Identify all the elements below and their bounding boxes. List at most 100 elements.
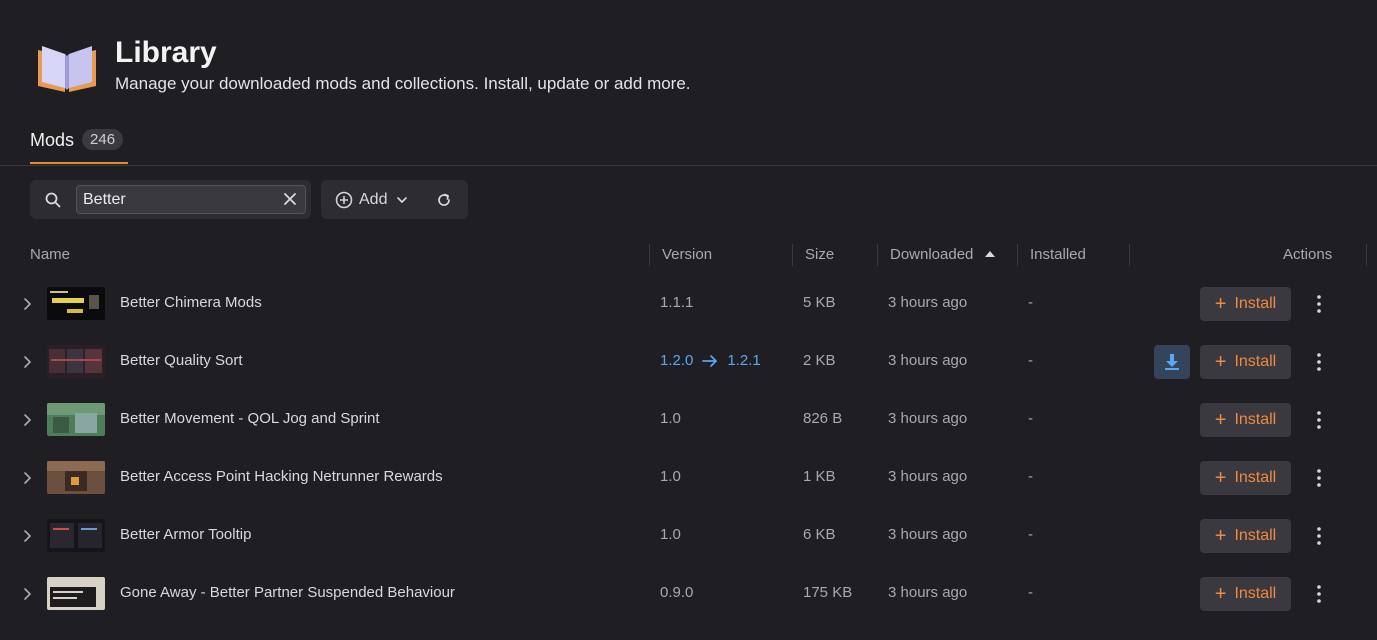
column-header-actions: Actions bbox=[1283, 246, 1333, 263]
toolbar-actions: Add bbox=[321, 180, 468, 219]
install-button[interactable]: + Install bbox=[1200, 577, 1291, 611]
download-update-button[interactable] bbox=[1154, 345, 1190, 379]
search-box bbox=[30, 180, 311, 219]
mod-size: 175 KB bbox=[803, 584, 853, 601]
mod-downloaded: 3 hours ago bbox=[888, 410, 968, 427]
table-row[interactable]: Better Armor Tooltip 1.0 6 KB 3 hours ag… bbox=[0, 507, 1377, 565]
mod-installed: - bbox=[1028, 352, 1033, 369]
chevron-right-icon[interactable] bbox=[20, 296, 36, 312]
tab-bar: Mods 246 bbox=[0, 120, 1377, 166]
mod-thumbnail bbox=[47, 577, 105, 610]
mod-size: 1 KB bbox=[803, 468, 836, 485]
mod-version: 1.0 bbox=[660, 526, 681, 543]
mod-version-new: 1.2.1 bbox=[727, 352, 761, 369]
column-divider bbox=[1366, 244, 1367, 266]
mod-thumbnail bbox=[47, 287, 105, 320]
mod-thumbnail bbox=[47, 461, 105, 494]
mod-installed: - bbox=[1028, 468, 1033, 485]
mod-name: Better Quality Sort bbox=[120, 352, 243, 369]
column-header-name[interactable]: Name bbox=[30, 246, 70, 263]
mod-version: 1.1.1 bbox=[660, 294, 694, 311]
plus-icon: + bbox=[1214, 409, 1227, 431]
table-row[interactable]: Better Quality Sort 1.2.0 1.2.1 2 KB 3 h… bbox=[0, 333, 1377, 391]
download-icon bbox=[1165, 354, 1179, 370]
install-button[interactable]: + Install bbox=[1200, 403, 1291, 437]
refresh-icon[interactable] bbox=[433, 189, 455, 211]
more-options-icon[interactable] bbox=[1309, 351, 1329, 373]
mod-version: 1.0 bbox=[660, 410, 681, 427]
mod-thumbnail bbox=[47, 519, 105, 552]
mod-downloaded: 3 hours ago bbox=[888, 294, 968, 311]
page-title: Library bbox=[115, 36, 217, 69]
active-tab-indicator bbox=[30, 162, 128, 164]
mod-version-update: 1.2.0 1.2.1 bbox=[660, 352, 761, 369]
column-divider bbox=[792, 244, 793, 266]
mod-version: 0.9.0 bbox=[660, 584, 694, 601]
mod-size: 6 KB bbox=[803, 526, 836, 543]
open-book-icon bbox=[38, 46, 96, 92]
install-button[interactable]: + Install bbox=[1200, 461, 1291, 495]
plus-circle-icon bbox=[335, 191, 353, 208]
table-row[interactable]: Better Access Point Hacking Netrunner Re… bbox=[0, 449, 1377, 507]
mod-thumbnail bbox=[47, 403, 105, 436]
install-button-label: Install bbox=[1234, 295, 1277, 312]
mod-size: 2 KB bbox=[803, 352, 836, 369]
column-divider bbox=[877, 244, 878, 266]
search-input[interactable] bbox=[76, 185, 306, 214]
install-button[interactable]: + Install bbox=[1200, 519, 1291, 553]
mod-installed: - bbox=[1028, 584, 1033, 601]
mod-name: Better Chimera Mods bbox=[120, 294, 262, 311]
add-dropdown-button[interactable]: Add bbox=[327, 184, 419, 215]
mod-thumbnail bbox=[47, 345, 105, 378]
mod-name: Better Movement - QOL Jog and Sprint bbox=[120, 410, 380, 427]
tab-mods-label: Mods bbox=[30, 130, 75, 150]
mod-size: 826 B bbox=[803, 410, 843, 427]
tab-mods-count-badge: 246 bbox=[82, 129, 124, 150]
chevron-down-icon bbox=[397, 196, 408, 203]
more-options-icon[interactable] bbox=[1309, 583, 1329, 605]
mod-installed: - bbox=[1028, 526, 1033, 543]
table-row[interactable]: Better Chimera Mods 1.1.1 5 KB 3 hours a… bbox=[0, 275, 1377, 333]
plus-icon: + bbox=[1214, 293, 1227, 315]
mod-name: Gone Away - Better Partner Suspended Beh… bbox=[120, 584, 455, 601]
chevron-right-icon[interactable] bbox=[20, 470, 36, 486]
add-button-label: Add bbox=[359, 190, 388, 208]
table-row[interactable]: Gone Away - Better Partner Suspended Beh… bbox=[0, 565, 1377, 623]
mod-installed: - bbox=[1028, 410, 1033, 427]
mod-size: 5 KB bbox=[803, 294, 836, 311]
column-header-version[interactable]: Version bbox=[662, 246, 712, 263]
install-button[interactable]: + Install bbox=[1200, 345, 1291, 379]
plus-icon: + bbox=[1214, 583, 1227, 605]
more-options-icon[interactable] bbox=[1309, 293, 1329, 315]
install-button[interactable]: + Install bbox=[1200, 287, 1291, 321]
column-header-installed[interactable]: Installed bbox=[1030, 246, 1086, 263]
chevron-right-icon[interactable] bbox=[20, 528, 36, 544]
mod-version: 1.0 bbox=[660, 468, 681, 485]
mod-downloaded: 3 hours ago bbox=[888, 526, 968, 543]
plus-icon: + bbox=[1214, 525, 1227, 547]
mod-downloaded: 3 hours ago bbox=[888, 468, 968, 485]
install-button-label: Install bbox=[1234, 469, 1277, 486]
column-divider bbox=[1129, 244, 1130, 266]
more-options-icon[interactable] bbox=[1309, 525, 1329, 547]
page-subtitle: Manage your downloaded mods and collecti… bbox=[115, 74, 691, 93]
table-header: Name Version Size Downloaded Installed A… bbox=[0, 236, 1377, 274]
table-row[interactable]: Better Movement - QOL Jog and Sprint 1.0… bbox=[0, 391, 1377, 449]
arrow-right-icon bbox=[702, 354, 718, 367]
mod-name: Better Armor Tooltip bbox=[120, 526, 252, 543]
mod-downloaded: 3 hours ago bbox=[888, 584, 968, 601]
column-header-downloaded[interactable]: Downloaded bbox=[890, 246, 996, 263]
clear-search-icon[interactable] bbox=[282, 191, 298, 207]
install-button-label: Install bbox=[1234, 411, 1277, 428]
more-options-icon[interactable] bbox=[1309, 467, 1329, 489]
plus-icon: + bbox=[1214, 467, 1227, 489]
chevron-right-icon[interactable] bbox=[20, 586, 36, 602]
search-icon bbox=[45, 192, 61, 208]
tab-mods[interactable]: Mods 246 bbox=[30, 120, 124, 164]
chevron-right-icon[interactable] bbox=[20, 354, 36, 370]
install-button-label: Install bbox=[1234, 585, 1277, 602]
mod-version-current: 1.2.0 bbox=[660, 352, 694, 369]
chevron-right-icon[interactable] bbox=[20, 412, 36, 428]
column-header-size[interactable]: Size bbox=[805, 246, 834, 263]
more-options-icon[interactable] bbox=[1309, 409, 1329, 431]
